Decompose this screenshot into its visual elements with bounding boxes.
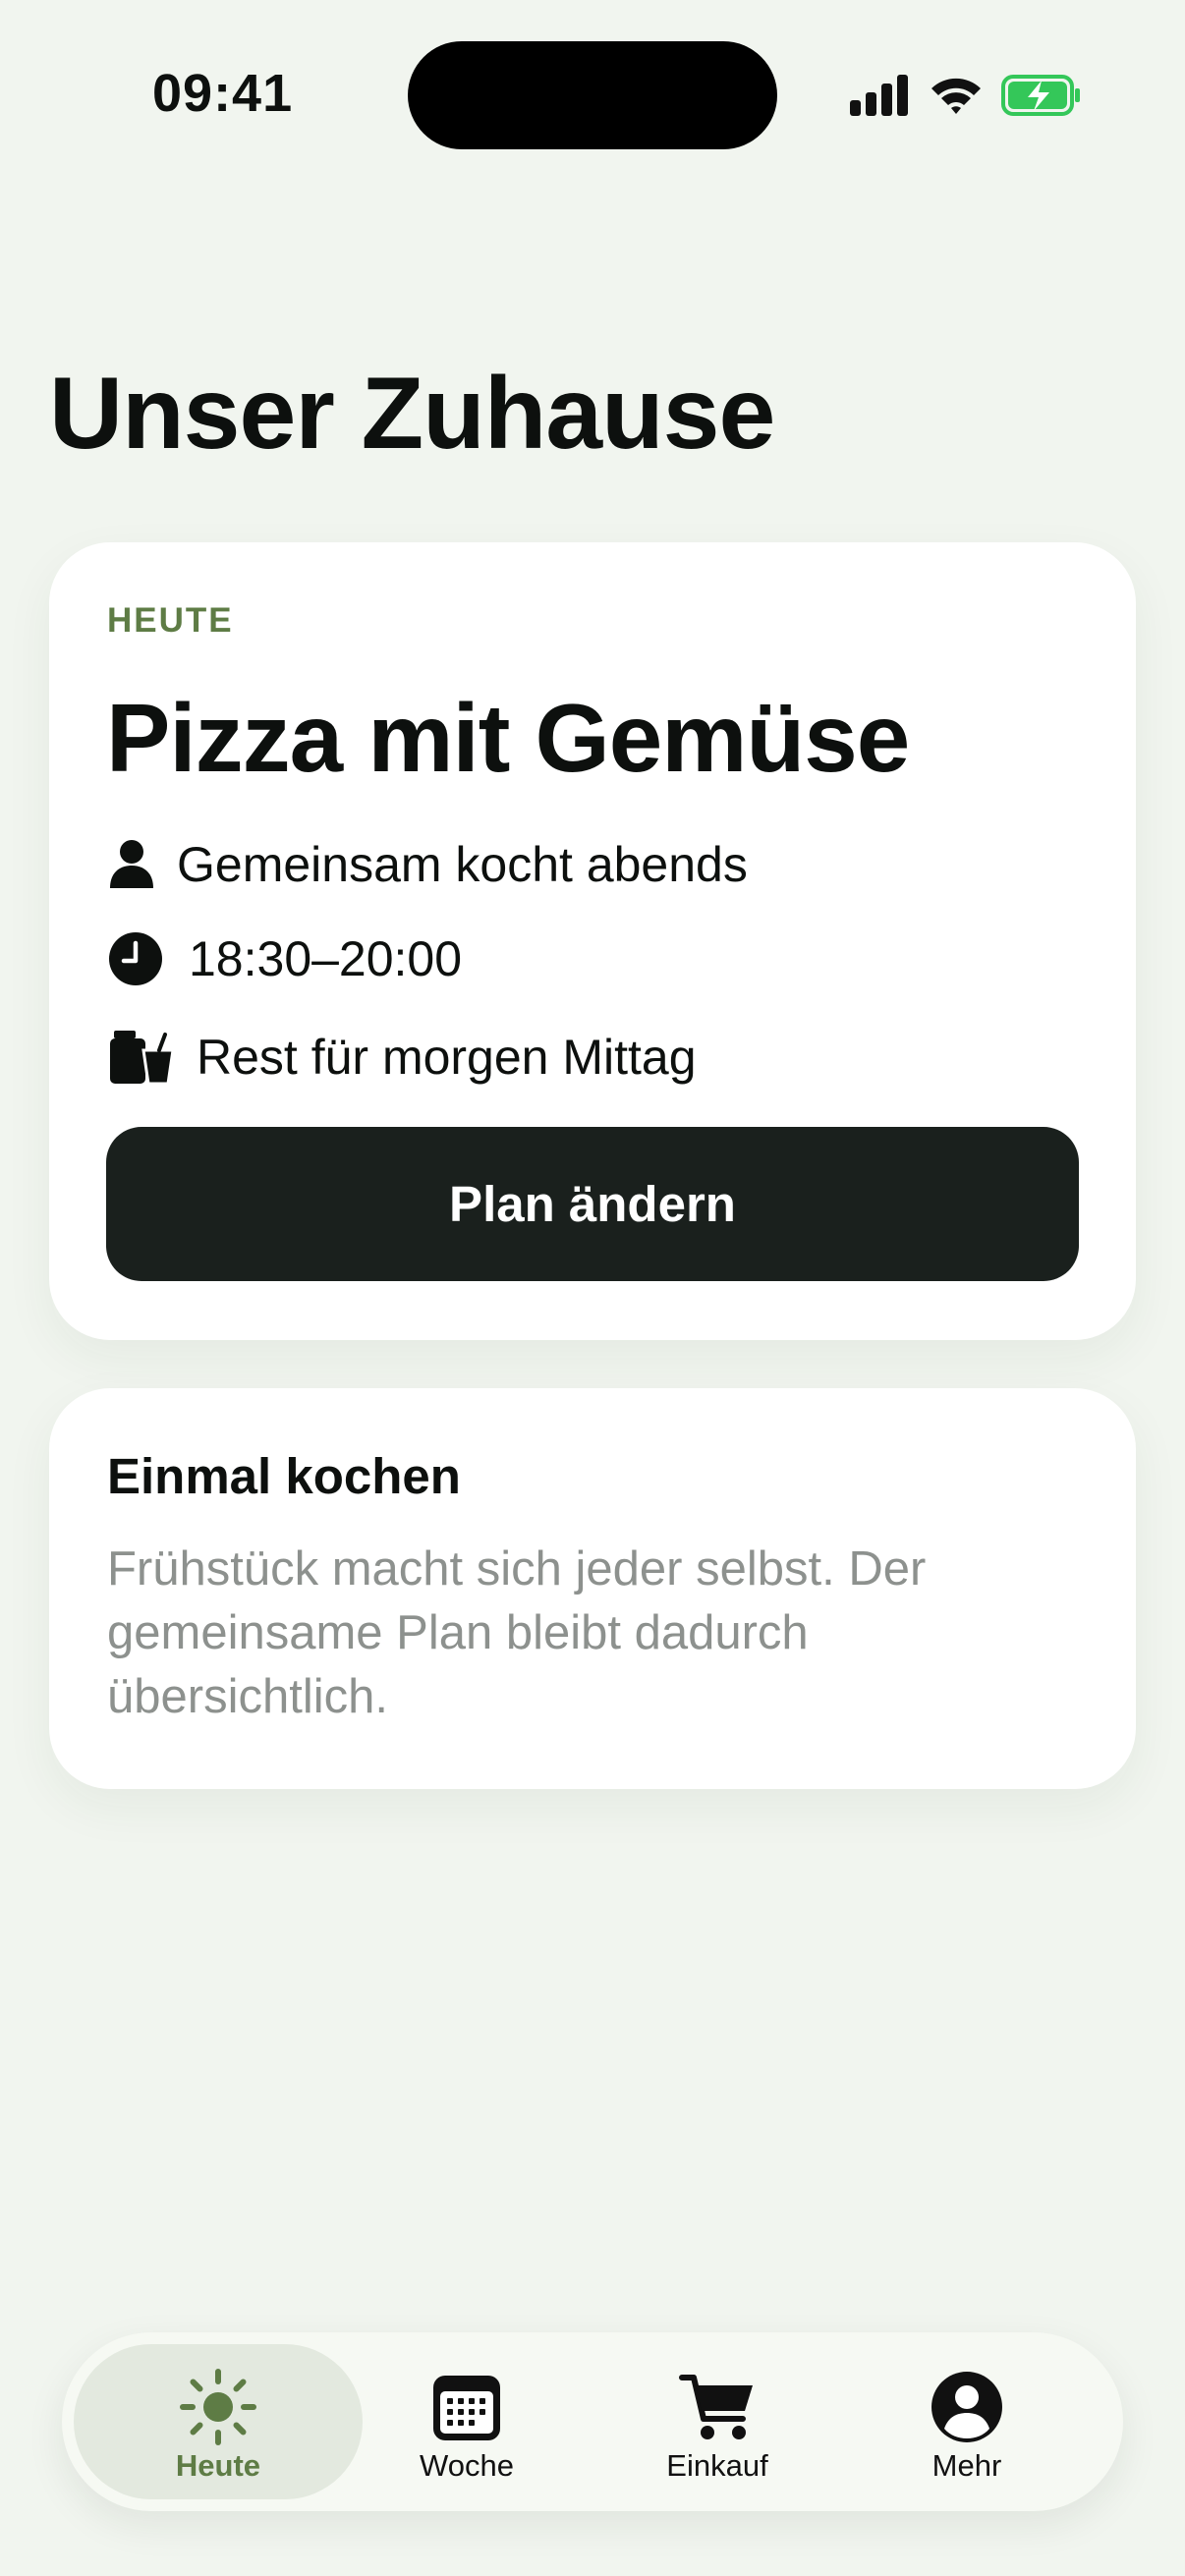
cellular-signal-icon xyxy=(850,75,908,116)
cook-row: Gemeinsam kocht abends xyxy=(108,833,748,896)
sun-icon xyxy=(180,2369,256,2445)
time-row: 18:30–20:00 xyxy=(108,927,462,990)
clock-icon xyxy=(109,932,162,985)
account-icon xyxy=(931,2372,1002,2442)
tab-mehr-label: Mehr xyxy=(931,2448,1002,2483)
time-text: 18:30–20:00 xyxy=(189,931,463,986)
cart-icon xyxy=(679,2375,753,2439)
dynamic-island xyxy=(408,41,777,149)
tab-einkauf-label: Einkauf xyxy=(666,2448,768,2483)
leftovers-text: Rest für morgen Mittag xyxy=(197,1030,697,1085)
person-icon xyxy=(110,840,153,888)
tab-einkauf[interactable]: Einkauf xyxy=(609,2332,825,2511)
info-card-title: Einmal kochen xyxy=(107,1448,461,1504)
info-card: Einmal kochen Frühstück macht sich jeder… xyxy=(49,1388,1136,1789)
today-label: HEUTE xyxy=(107,601,234,640)
tab-woche[interactable]: Woche xyxy=(359,2332,575,2511)
page-title: Unser Zuhause xyxy=(49,357,775,471)
cook-text: Gemeinsam kocht abends xyxy=(177,837,748,892)
info-card-body: Frühstück macht sich jeder selbst. Der g… xyxy=(107,1542,927,1723)
battery-charging-icon xyxy=(1001,75,1080,116)
status-bar: 09:41 xyxy=(0,0,1185,196)
wifi-icon xyxy=(931,78,981,114)
tab-bar: Heute Woche Einkauf Mehr xyxy=(62,2332,1123,2511)
calendar-icon xyxy=(433,2376,500,2440)
status-time: 09:41 xyxy=(152,64,294,123)
tab-heute-label: Heute xyxy=(175,2448,261,2483)
status-icons xyxy=(845,71,1081,120)
change-plan-button[interactable]: Plan ändern xyxy=(106,1127,1079,1281)
today-card: HEUTE Pizza mit Gemüse Gemeinsam kocht a… xyxy=(49,542,1136,1340)
leftovers-row: Rest für morgen Mittag xyxy=(108,1026,697,1089)
tab-mehr[interactable]: Mehr xyxy=(859,2332,1075,2511)
leftovers-icon xyxy=(110,1031,173,1086)
tab-woche-label: Woche xyxy=(420,2448,514,2483)
meal-title: Pizza mit Gemüse xyxy=(106,684,910,792)
tab-heute[interactable]: Heute xyxy=(110,2332,326,2511)
